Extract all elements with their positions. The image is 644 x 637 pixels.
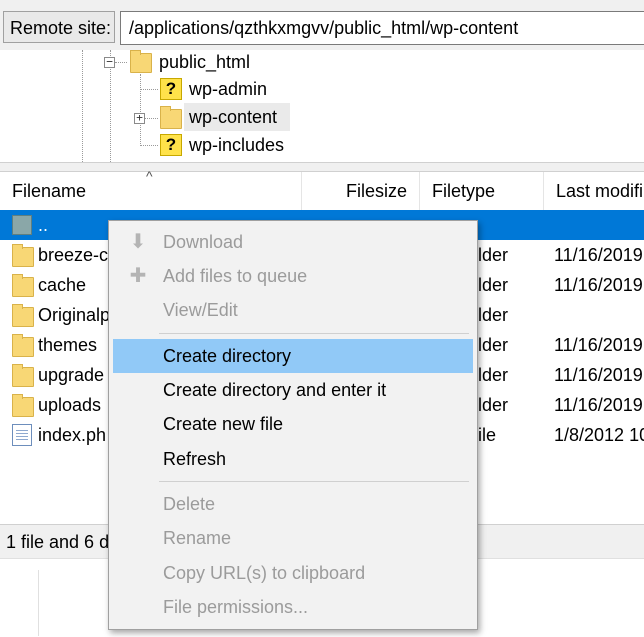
tree-guide-line xyxy=(82,50,83,162)
menu-item-copy-url[interactable]: Copy URL(s) to clipboard xyxy=(113,556,473,590)
tree-item-wp-admin[interactable]: wp-admin xyxy=(189,75,267,103)
tree-item-wp-content[interactable]: wp-content xyxy=(189,103,277,131)
menu-item-delete[interactable]: Delete xyxy=(113,487,473,521)
folder-icon xyxy=(12,394,34,417)
menu-separator xyxy=(159,333,469,334)
column-filesize[interactable]: Filesize xyxy=(302,172,420,210)
folder-icon xyxy=(12,364,34,387)
sort-ascending-icon: ^ xyxy=(146,168,153,184)
column-filetype[interactable]: Filetype xyxy=(420,172,544,210)
column-last-modified[interactable]: Last modifi xyxy=(544,172,644,210)
column-divider xyxy=(38,570,39,636)
filename-cell: .. xyxy=(38,215,49,235)
menu-item-label: Copy URL(s) to clipboard xyxy=(163,563,366,583)
menu-item-view-edit[interactable]: View/Edit xyxy=(113,293,473,327)
remote-site-bar: Remote site: /applications/qzthkxmgvv/pu… xyxy=(0,0,644,51)
tree-connector xyxy=(140,89,158,90)
folder-icon xyxy=(12,244,34,267)
filename-cell: index.ph xyxy=(38,425,107,445)
tree-item-public-html[interactable]: public_html xyxy=(159,48,250,76)
unknown-folder-icon: ? xyxy=(160,134,182,156)
expand-icon[interactable]: + xyxy=(134,112,145,124)
tree-connector xyxy=(140,145,158,146)
filename-cell: cache xyxy=(38,275,87,295)
menu-item-label: Refresh xyxy=(163,449,227,469)
collapse-icon[interactable]: − xyxy=(104,56,115,68)
remote-directory-tree: − public_html ? wp-admin + wp-content ? … xyxy=(0,50,644,162)
filetype-cell: lder xyxy=(478,365,509,385)
modified-cell: 11/16/2019 xyxy=(554,245,643,265)
filename-cell: breeze-c xyxy=(38,245,109,265)
menu-item-label: File permissions... xyxy=(163,597,309,617)
menu-item-file-permissions[interactable]: File permissions... xyxy=(113,590,473,624)
context-menu: ⬇ Download ✚ Add files to queue View/Edi… xyxy=(108,220,478,630)
filetype-cell: lder xyxy=(478,275,509,295)
parent-folder-icon xyxy=(12,215,32,235)
download-icon: ⬇ xyxy=(129,231,147,253)
filename-cell: Originalp xyxy=(38,305,111,325)
filename-cell: themes xyxy=(38,335,98,355)
folder-icon xyxy=(12,274,34,297)
menu-item-download[interactable]: ⬇ Download xyxy=(113,225,473,259)
filename-cell: uploads xyxy=(38,395,102,415)
modified-cell: 11/16/2019 xyxy=(554,365,643,385)
folder-icon xyxy=(12,304,34,327)
php-file-icon xyxy=(12,424,32,446)
menu-item-label: Rename xyxy=(163,528,232,548)
menu-item-label: Create new file xyxy=(163,414,284,434)
tree-connector xyxy=(145,118,158,119)
filetype-cell: ile xyxy=(478,425,497,445)
tree-item-wp-includes[interactable]: wp-includes xyxy=(189,131,284,159)
menu-item-label: Add files to queue xyxy=(163,266,308,286)
modified-cell: 11/16/2019 xyxy=(554,275,643,295)
pane-splitter[interactable] xyxy=(0,162,644,172)
menu-item-add-to-queue[interactable]: ✚ Add files to queue xyxy=(113,259,473,293)
filename-cell: upgrade xyxy=(38,365,105,385)
remote-site-label: Remote site: xyxy=(3,11,115,43)
filetype-cell: lder xyxy=(478,395,509,415)
menu-item-label: Delete xyxy=(163,494,216,514)
folder-icon xyxy=(12,334,34,357)
menu-item-label: View/Edit xyxy=(163,300,238,320)
tree-connector xyxy=(115,62,127,63)
menu-item-create-directory-enter[interactable]: Create directory and enter it xyxy=(113,373,473,407)
modified-cell: 11/16/2019 xyxy=(554,335,643,355)
unknown-folder-icon: ? xyxy=(160,78,182,100)
menu-item-rename[interactable]: Rename xyxy=(113,521,473,555)
filetype-cell: lder xyxy=(478,305,509,325)
folder-icon xyxy=(160,106,182,129)
file-list-header: Filename ^ Filesize Filetype Last modifi xyxy=(0,168,644,211)
menu-item-label: Create directory and enter it xyxy=(163,380,387,400)
menu-item-refresh[interactable]: Refresh xyxy=(113,442,473,476)
menu-item-label: Create directory xyxy=(163,346,292,366)
filetype-cell: lder xyxy=(478,335,509,355)
modified-cell: 1/8/2012 10 xyxy=(554,425,644,445)
menu-item-label: Download xyxy=(163,232,244,252)
folder-icon xyxy=(130,50,152,73)
remote-path-input[interactable]: /applications/qzthkxmgvv/public_html/wp-… xyxy=(120,11,644,45)
tree-guide-line xyxy=(140,74,141,146)
menu-separator xyxy=(159,481,469,482)
modified-cell: 11/16/2019 xyxy=(554,395,643,415)
menu-item-create-directory[interactable]: Create directory xyxy=(113,339,473,373)
add-to-queue-icon: ✚ xyxy=(129,265,147,287)
menu-item-create-new-file[interactable]: Create new file xyxy=(113,407,473,441)
filetype-cell: lder xyxy=(478,245,509,265)
